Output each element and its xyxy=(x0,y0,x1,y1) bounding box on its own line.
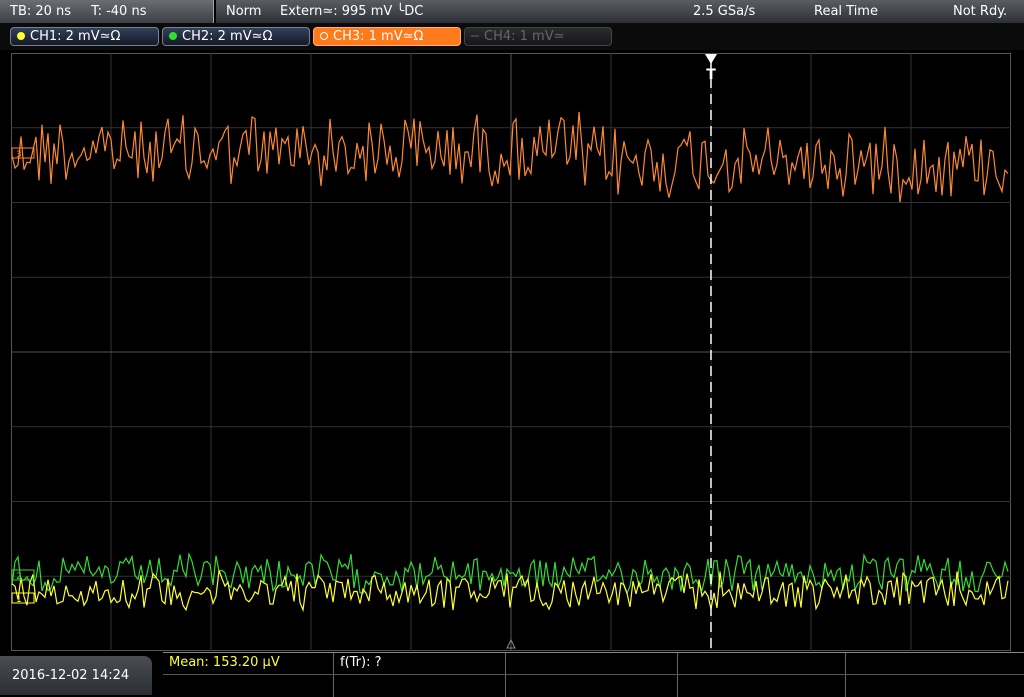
trigger-position-marker-icon[interactable] xyxy=(705,54,717,64)
measurement-table[interactable]: Mean: 153.20 µV f(Tr): ? xyxy=(163,652,1024,697)
measurement-frequency[interactable]: f(Tr): ? xyxy=(333,653,505,674)
measurement-slot-3[interactable] xyxy=(505,653,677,674)
measurement-slot-10[interactable] xyxy=(845,675,1024,697)
measurement-mean[interactable]: Mean: 153.20 µV xyxy=(163,653,333,674)
trigger-marker-label: T xyxy=(706,67,716,83)
measurement-slot-4[interactable] xyxy=(677,653,845,674)
ch2-waveform xyxy=(11,551,1009,595)
waveform-canvas: T 3 2 1 xyxy=(11,53,1011,651)
ch3-offset-label: 3 xyxy=(16,150,22,160)
measurement-slot-6[interactable] xyxy=(163,675,333,697)
measurement-row-2 xyxy=(163,674,1024,697)
datetime-panel: 2016-12-02 14:24 xyxy=(0,656,152,695)
datetime: 2016-12-02 14:24 xyxy=(12,668,130,683)
ch3-waveform xyxy=(11,111,1009,203)
measurement-slot-7[interactable] xyxy=(333,675,505,697)
ch1-offset-label: 1 xyxy=(16,595,22,605)
measurement-slot-5[interactable] xyxy=(845,653,1024,674)
graticule xyxy=(11,53,1011,651)
measurement-slot-8[interactable] xyxy=(505,675,677,697)
measurement-slot-9[interactable] xyxy=(677,675,845,697)
ch2-offset-label: 2 xyxy=(16,572,22,582)
